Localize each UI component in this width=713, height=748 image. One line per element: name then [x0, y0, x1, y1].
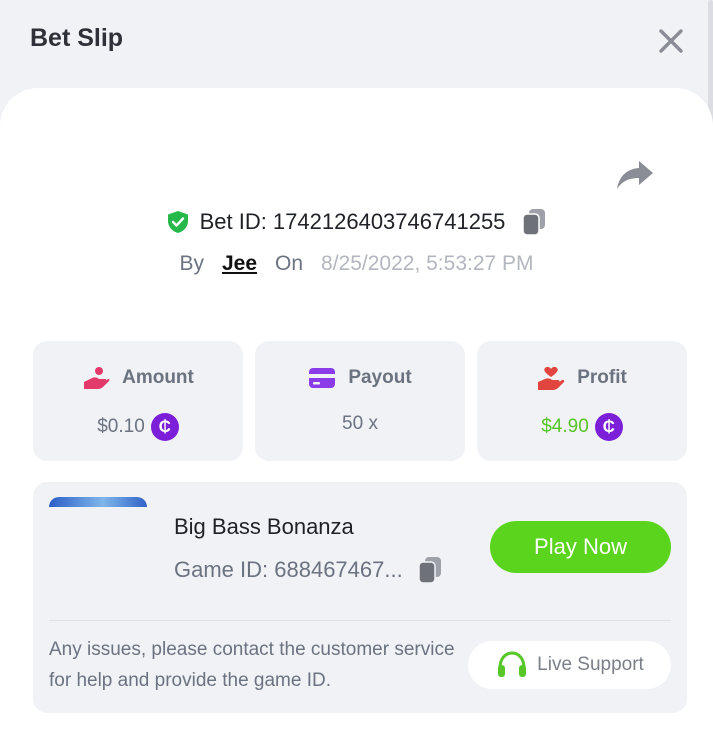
support-note: Any issues, please contact the customer …	[49, 639, 455, 691]
game-card: Big Bass Bonanza Game ID: 688467467... P…	[33, 482, 687, 713]
page-title: Bet Slip	[30, 24, 124, 52]
on-label: On	[275, 252, 304, 275]
game-id-row: Game ID: 688467467...	[174, 556, 443, 584]
bet-slip-header: Bet Slip	[0, 0, 713, 88]
play-now-button[interactable]: Play Now	[490, 521, 671, 573]
game-name: Big Bass Bonanza	[174, 514, 354, 539]
hand-heart-icon	[538, 366, 565, 390]
copy-icon[interactable]	[521, 208, 547, 236]
share-icon[interactable]	[615, 158, 655, 192]
by-label: By	[179, 252, 204, 275]
bet-id-text: Bet ID: 1742126403746741255	[199, 209, 506, 234]
payout-value: 50 x	[342, 413, 378, 434]
profit-label: Profit	[577, 367, 627, 388]
coin-icon: ₵	[150, 413, 179, 441]
bet-meta-row: By Jee On 8/25/2022, 5:53:27 PM	[0, 252, 713, 276]
profit-value: $4.90	[541, 416, 589, 437]
user-link[interactable]: Jee	[222, 252, 257, 276]
game-id-text: Game ID: 688467467...	[174, 557, 403, 582]
copy-icon[interactable]	[417, 556, 443, 584]
divider	[49, 620, 671, 621]
payout-label: Payout	[348, 367, 412, 388]
live-support-button[interactable]: Live Support	[468, 641, 671, 689]
payout-stat: Payout 50 x	[255, 341, 465, 461]
headset-icon	[498, 651, 527, 677]
amount-label: Amount	[122, 367, 194, 388]
live-support-label: Live Support	[537, 654, 644, 675]
credit-card-icon	[309, 368, 336, 388]
close-icon[interactable]	[654, 24, 688, 58]
shield-check-icon	[167, 211, 188, 233]
hand-coins-icon	[84, 367, 110, 389]
bet-id-row: Bet ID: 1742126403746741255	[0, 208, 713, 240]
bet-date: 8/25/2022, 5:53:27 PM	[321, 252, 534, 275]
coin-icon: ₵	[594, 413, 623, 441]
amount-stat: Amount $0.10 ₵	[33, 341, 243, 461]
game-thumbnail[interactable]	[49, 497, 147, 507]
amount-value: $0.10	[97, 416, 145, 437]
profit-stat: Profit $4.90 ₵	[477, 341, 687, 461]
